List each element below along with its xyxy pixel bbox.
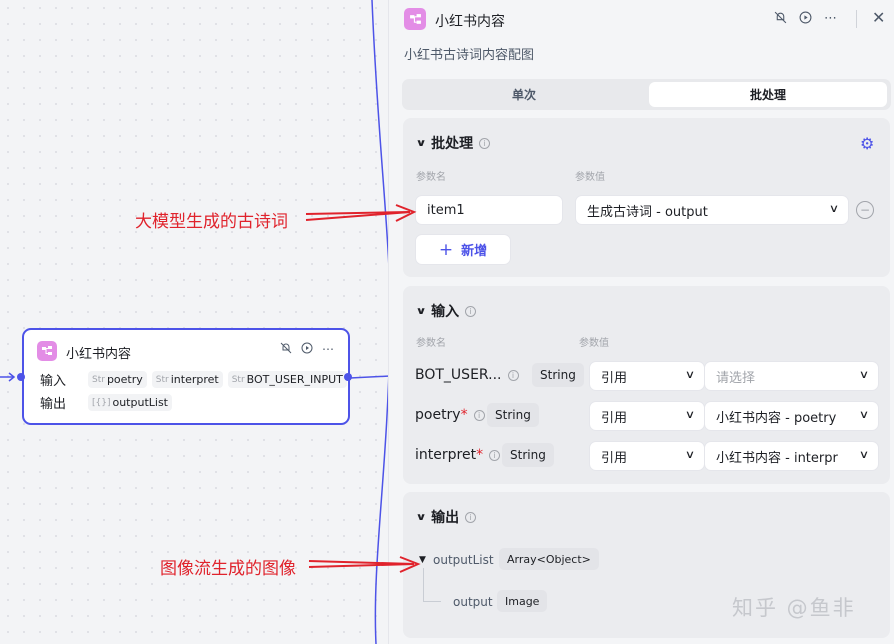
arrow-line bbox=[308, 560, 415, 565]
annotation-arrows bbox=[305, 204, 421, 573]
watermark: 知乎 @鱼非 bbox=[732, 596, 856, 620]
